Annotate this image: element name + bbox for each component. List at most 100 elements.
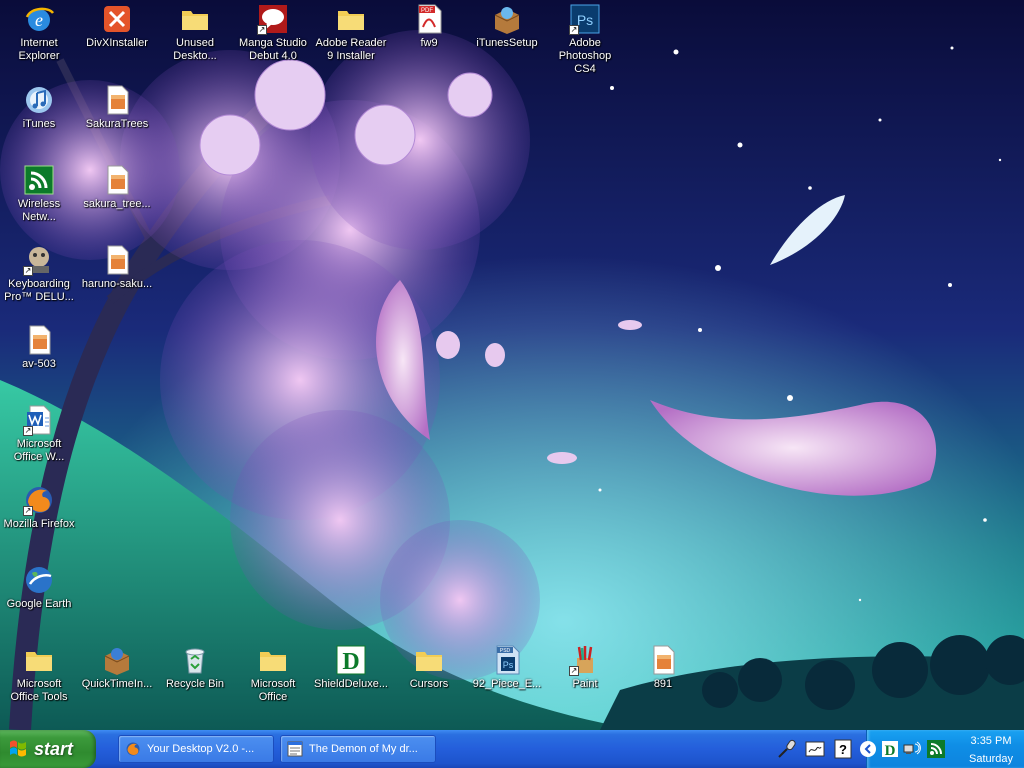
svg-text:PSD: PSD xyxy=(500,648,511,654)
system-tray: D 3:35 PM Saturday xyxy=(860,730,1024,768)
shortcut-arrow-icon: ↗ xyxy=(23,266,33,276)
photoshop-icon: Ps ↗ xyxy=(569,3,601,35)
desktop-icon-manga-studio[interactable]: ↗ Manga Studio Debut 4.0 xyxy=(234,3,312,63)
clock-time[interactable]: 3:35 PM xyxy=(963,735,1019,747)
icon-label: av-503 xyxy=(22,358,56,370)
svg-text:D: D xyxy=(885,743,896,758)
image-file-icon xyxy=(647,644,679,676)
desktop-icon-adobe-reader-installer[interactable]: Adobe Reader 9 Installer xyxy=(312,3,390,63)
task-label: The Demon of My dr... xyxy=(309,743,418,755)
desktop-icon-microsoft-office-word[interactable]: ↗ Microsoft Office W... xyxy=(0,404,78,464)
desktop-icon-internet-explorer[interactable]: e Internet Explorer xyxy=(0,3,78,63)
manga-studio-icon: ↗ xyxy=(257,3,289,35)
document-window-icon xyxy=(287,741,303,757)
svg-text:e: e xyxy=(35,10,43,30)
image-file-icon xyxy=(101,244,133,276)
svg-text:D: D xyxy=(342,649,359,675)
start-button[interactable]: start xyxy=(0,730,96,768)
handwriting-icon[interactable] xyxy=(804,738,826,760)
firefox-icon: ↗ xyxy=(23,484,55,516)
shield-deluxe-icon: D xyxy=(335,644,367,676)
desktop-icon-itunes[interactable]: iTunes xyxy=(0,84,78,131)
keyboarding-pro-icon: ↗ xyxy=(23,244,55,276)
icon-label: Microsoft Office W... xyxy=(13,438,65,463)
installer-box-icon xyxy=(491,3,523,35)
desktop-icon-adobe-photoshop-cs4[interactable]: Ps ↗ Adobe Photoshop CS4 xyxy=(546,3,624,76)
shortcut-arrow-icon: ↗ xyxy=(23,426,33,436)
quick-launch-tools: ? xyxy=(776,736,854,762)
pdf-file-icon: PDF xyxy=(413,3,445,35)
folder-icon xyxy=(179,3,211,35)
start-label: start xyxy=(34,738,74,759)
image-file-icon xyxy=(101,164,133,196)
wireless-network-tray-icon[interactable] xyxy=(927,740,945,758)
desktop-icon-haruno-sakura[interactable]: haruno-saku... xyxy=(78,244,156,291)
firefox-icon xyxy=(126,742,140,756)
icon-label: 891 xyxy=(653,678,673,690)
microphone-icon[interactable] xyxy=(776,738,798,760)
task-label: Your Desktop V2.0 -... xyxy=(147,743,255,755)
icon-label: DivXInstaller xyxy=(86,37,148,49)
icon-label: Microsoft Office Tools xyxy=(10,678,68,703)
shortcut-arrow-icon: ↗ xyxy=(23,506,33,516)
desktop-icon-microsoft-office[interactable]: Microsoft Office xyxy=(234,644,312,704)
task-button-firefox[interactable]: Your Desktop V2.0 -... xyxy=(118,735,274,763)
internet-explorer-icon: e xyxy=(23,3,55,35)
desktop-icon-divx-installer[interactable]: DivXInstaller xyxy=(78,3,156,50)
desktop-icon-paint[interactable]: ↗ Paint xyxy=(546,644,624,691)
icon-label: Internet Explorer xyxy=(18,37,60,62)
icon-label: 92_Piece_E... xyxy=(472,678,542,690)
shortcut-arrow-icon: ↗ xyxy=(569,666,579,676)
desktop-icon-shield-deluxe[interactable]: D ShieldDeluxe... xyxy=(312,644,390,691)
icon-label: SakuraTrees xyxy=(85,118,149,130)
desktop-icon-fw9[interactable]: PDF fw9 xyxy=(390,3,468,50)
desktop-icon-92-piece[interactable]: PSD Ps 92_Piece_E... xyxy=(468,644,546,691)
icon-label: Recycle Bin xyxy=(165,678,225,690)
desktop-icon-itunes-setup[interactable]: iTunesSetup xyxy=(468,3,546,50)
icon-label: fw9 xyxy=(420,37,438,49)
folder-icon xyxy=(413,644,445,676)
image-file-icon xyxy=(23,324,55,356)
icon-label: Paint xyxy=(572,678,598,690)
itunes-icon xyxy=(23,84,55,116)
installer-box-icon xyxy=(101,644,133,676)
shield-deluxe-tray-icon[interactable]: D xyxy=(881,740,899,758)
recycle-bin-icon xyxy=(179,644,211,676)
word-document-icon: ↗ xyxy=(23,404,55,436)
desktop-icon-mozilla-firefox[interactable]: ↗ Mozilla Firefox xyxy=(0,484,78,531)
shortcut-arrow-icon: ↗ xyxy=(569,25,579,35)
folder-icon xyxy=(335,3,367,35)
clock-day: Saturday xyxy=(968,753,1014,765)
icon-label: Manga Studio Debut 4.0 xyxy=(239,37,307,62)
icon-label: ShieldDeluxe... xyxy=(314,678,388,690)
svg-text:PDF: PDF xyxy=(421,8,433,14)
icon-label: iTunesSetup xyxy=(476,37,538,49)
icon-label: Adobe Photoshop CS4 xyxy=(558,37,612,75)
desktop-icon-cursors[interactable]: Cursors xyxy=(390,644,468,691)
desktop-icon-unused-desktop[interactable]: Unused Deskto... xyxy=(156,3,234,63)
desktop-icon-microsoft-office-tools[interactable]: Microsoft Office Tools xyxy=(0,644,78,704)
network-connection-icon[interactable] xyxy=(903,740,921,758)
desktop-icon-google-earth[interactable]: Google Earth xyxy=(0,564,78,611)
desktop-icon-sakura-tree[interactable]: sakura_tree... xyxy=(78,164,156,211)
icon-label: sakura_tree... xyxy=(83,198,151,210)
icon-label: iTunes xyxy=(22,118,56,130)
svg-text:Ps: Ps xyxy=(503,660,514,670)
desktop-icon-keyboarding-pro[interactable]: ↗ Keyboarding Pro™ DELU... xyxy=(0,244,78,304)
desktop-icon-sakuratrees[interactable]: SakuraTrees xyxy=(78,84,156,131)
desktop-icon-recycle-bin[interactable]: Recycle Bin xyxy=(156,644,234,691)
desktop-icon-891[interactable]: 891 xyxy=(624,644,702,691)
task-button-document[interactable]: The Demon of My dr... xyxy=(280,735,436,763)
folder-icon xyxy=(23,644,55,676)
desktop-icon-quicktime-installer[interactable]: QuickTimeIn... xyxy=(78,644,156,691)
image-file-icon xyxy=(101,84,133,116)
folder-icon xyxy=(257,644,289,676)
show-hidden-icons-chevron-icon[interactable] xyxy=(859,740,877,758)
windows-logo-icon xyxy=(10,740,26,757)
icon-label: Microsoft Office xyxy=(250,678,296,703)
taskbar: start Your Desktop V2.0 -... The Demon o… xyxy=(0,730,1024,768)
desktop-icon-av-503[interactable]: av-503 xyxy=(0,324,78,371)
desktop-icon-wireless-network[interactable]: Wireless Netw... xyxy=(0,164,78,224)
svg-text:Ps: Ps xyxy=(577,12,593,28)
help-icon[interactable]: ? xyxy=(832,738,854,760)
